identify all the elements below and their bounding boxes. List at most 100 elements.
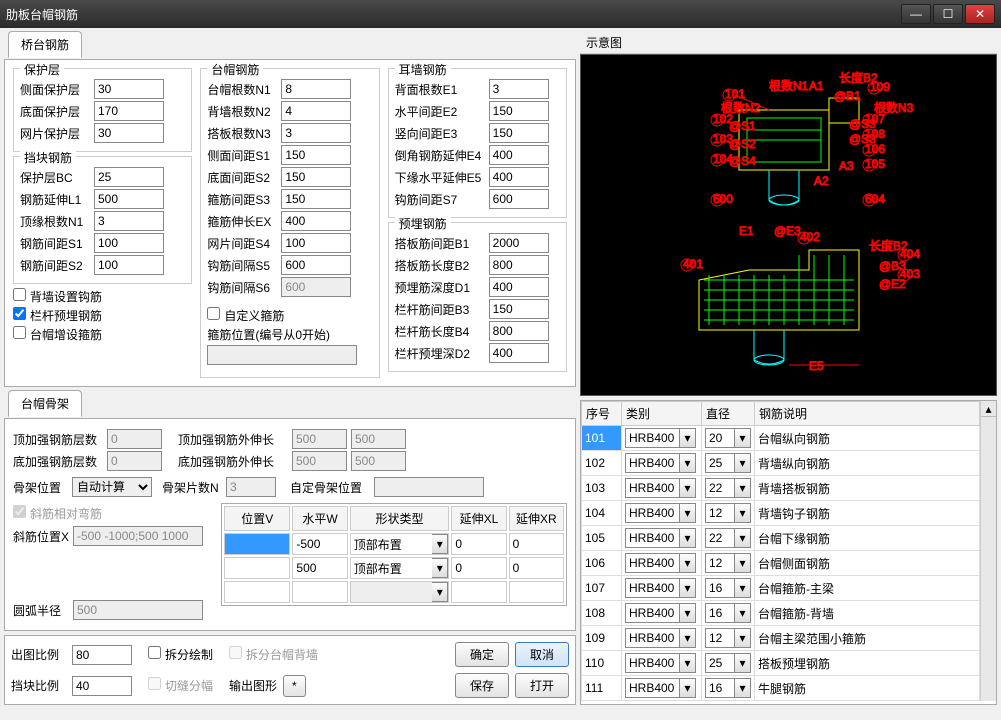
select-frame-pos[interactable]: 自动计算 xyxy=(72,477,152,497)
input-tm-s1[interactable] xyxy=(281,145,351,165)
minimize-button[interactable]: — xyxy=(901,4,931,24)
chk-taimao-gj[interactable]: 台帽增设箍筋 xyxy=(13,326,102,343)
rebar-row[interactable]: 107 ▾ ▾ 台帽箍筋-主梁 xyxy=(582,576,980,601)
chevron-down-icon[interactable]: ▾ xyxy=(735,578,751,598)
input-d1[interactable] xyxy=(489,277,549,297)
input-s7[interactable] xyxy=(489,189,549,209)
svg-text:A1: A1 xyxy=(809,79,824,93)
input-l1[interactable] xyxy=(94,189,164,209)
input-b4[interactable] xyxy=(489,321,549,341)
input-side-cover[interactable] xyxy=(94,79,164,99)
output-fig-button[interactable]: * xyxy=(283,675,306,697)
input-e1[interactable] xyxy=(489,79,549,99)
svg-text:@B1: @B1 xyxy=(834,89,861,103)
chevron-down-icon[interactable]: ▾ xyxy=(680,553,696,573)
input-d2[interactable] xyxy=(489,343,549,363)
chevron-down-icon[interactable]: ▾ xyxy=(680,453,696,473)
rebar-row[interactable]: 105 ▾ ▾ 台帽下缘钢筋 xyxy=(582,526,980,551)
save-button[interactable]: 保存 xyxy=(455,673,509,698)
input-tm-n2[interactable] xyxy=(281,101,351,121)
input-scale-block[interactable] xyxy=(72,676,132,696)
svg-text:@E2: @E2 xyxy=(879,277,906,291)
input-top-layers xyxy=(107,429,162,449)
ok-button[interactable]: 确定 xyxy=(455,642,509,667)
input-dk-s2[interactable] xyxy=(94,255,164,275)
rebar-row[interactable]: 110 ▾ ▾ 搭板预埋钢筋 xyxy=(582,651,980,676)
rebar-row[interactable]: 109 ▾ ▾ 台帽主梁范围小箍筋 xyxy=(582,626,980,651)
shape-row[interactable]: ▾ xyxy=(224,581,564,603)
input-tm-s3[interactable] xyxy=(281,189,351,209)
rebar-row[interactable]: 102 ▾ ▾ 背墙纵向钢筋 xyxy=(582,451,980,476)
chevron-down-icon[interactable]: ▾ xyxy=(432,582,448,602)
input-scale-out[interactable] xyxy=(72,645,132,665)
chevron-down-icon[interactable]: ▾ xyxy=(432,534,448,554)
group-dangkuai: 挡块钢筋 保护层BC 钢筋延伸L1 顶缘根数N1 钢筋间距S1 钢筋间距S2 xyxy=(13,156,192,284)
input-b1[interactable] xyxy=(489,233,549,253)
chevron-down-icon[interactable]: ▾ xyxy=(735,528,751,548)
table-scrollbar[interactable]: ▴ xyxy=(980,401,996,701)
rebar-row[interactable]: 103 ▾ ▾ 背墙搭板钢筋 xyxy=(582,476,980,501)
chevron-down-icon[interactable]: ▾ xyxy=(680,428,696,448)
input-bc[interactable] xyxy=(94,167,164,187)
chevron-down-icon[interactable]: ▾ xyxy=(735,553,751,573)
chevron-down-icon[interactable]: ▾ xyxy=(735,678,751,698)
tab-qiaotai[interactable]: 桥台钢筋 xyxy=(8,31,82,58)
input-tm-s5[interactable] xyxy=(281,255,351,275)
input-tm-n1[interactable] xyxy=(281,79,351,99)
input-e3[interactable] xyxy=(489,123,549,143)
rebar-row[interactable]: 108 ▾ ▾ 台帽箍筋-背墙 xyxy=(582,601,980,626)
input-tm-s4[interactable] xyxy=(281,233,351,253)
chevron-down-icon[interactable]: ▾ xyxy=(680,603,696,623)
input-tm-n3[interactable] xyxy=(281,123,351,143)
input-dk-n1[interactable] xyxy=(94,211,164,231)
input-e4[interactable] xyxy=(489,145,549,165)
close-button[interactable]: ✕ xyxy=(965,4,995,24)
chevron-down-icon[interactable]: ▾ xyxy=(680,653,696,673)
rebar-row[interactable]: 111 ▾ ▾ 牛腿钢筋 xyxy=(582,676,980,701)
chk-custom-gj[interactable]: 自定义箍筋 xyxy=(207,307,284,324)
maximize-button[interactable]: ☐ xyxy=(933,4,963,24)
window-title: 肋板台帽钢筋 xyxy=(6,6,901,23)
chevron-down-icon[interactable]: ▾ xyxy=(680,578,696,598)
chevron-down-icon[interactable]: ▾ xyxy=(735,628,751,648)
open-button[interactable]: 打开 xyxy=(515,673,569,698)
input-e2[interactable] xyxy=(489,101,549,121)
svg-text:A2: A2 xyxy=(814,174,829,188)
chevron-down-icon[interactable]: ▾ xyxy=(680,503,696,523)
chevron-down-icon[interactable]: ▾ xyxy=(735,428,751,448)
chk-beiqiang-gou[interactable]: 背墙设置钩筋 xyxy=(13,288,102,305)
input-dk-s1[interactable] xyxy=(94,233,164,253)
shape-row[interactable]: ▾ xyxy=(224,533,564,555)
input-tm-s6 xyxy=(281,277,351,297)
chevron-down-icon[interactable]: ▾ xyxy=(735,603,751,623)
input-mesh-cover[interactable] xyxy=(94,123,164,143)
input-b3[interactable] xyxy=(489,299,549,319)
input-b2[interactable] xyxy=(489,255,549,275)
chk-langan-yumai[interactable]: 栏杆预埋钢筋 xyxy=(13,307,102,324)
chevron-down-icon[interactable]: ▾ xyxy=(680,478,696,498)
cancel-button[interactable]: 取消 xyxy=(515,642,569,667)
input-tm-s2[interactable] xyxy=(281,167,351,187)
rebar-row[interactable]: 104 ▾ ▾ 背墙钩子钢筋 xyxy=(582,501,980,526)
svg-text:401: 401 xyxy=(683,257,703,271)
rebar-row[interactable]: 101 ▾ ▾ 台帽纵向钢筋 xyxy=(582,426,980,451)
input-top-ext2 xyxy=(351,429,406,449)
shape-row[interactable]: ▾ xyxy=(224,557,564,579)
chevron-down-icon[interactable]: ▾ xyxy=(735,478,751,498)
chevron-down-icon[interactable]: ▾ xyxy=(735,453,751,473)
chevron-down-icon[interactable]: ▾ xyxy=(432,558,448,578)
input-e5[interactable] xyxy=(489,167,549,187)
chevron-down-icon[interactable]: ▾ xyxy=(680,678,696,698)
rebar-row[interactable]: 106 ▾ ▾ 台帽侧面钢筋 xyxy=(582,551,980,576)
chevron-down-icon[interactable]: ▾ xyxy=(680,628,696,648)
chk-xiejin[interactable]: 斜筋相对弯筋 xyxy=(13,505,102,522)
tab-gujia[interactable]: 台帽骨架 xyxy=(8,390,82,417)
chk-split-draw[interactable]: 拆分绘制 xyxy=(148,646,213,663)
chevron-down-icon[interactable]: ▾ xyxy=(680,528,696,548)
svg-text:A3: A3 xyxy=(839,159,854,173)
input-tm-ex[interactable] xyxy=(281,211,351,231)
chevron-down-icon[interactable]: ▾ xyxy=(735,503,751,523)
svg-text:根数N2: 根数N2 xyxy=(721,100,761,115)
input-bottom-cover[interactable] xyxy=(94,101,164,121)
chevron-down-icon[interactable]: ▾ xyxy=(735,653,751,673)
